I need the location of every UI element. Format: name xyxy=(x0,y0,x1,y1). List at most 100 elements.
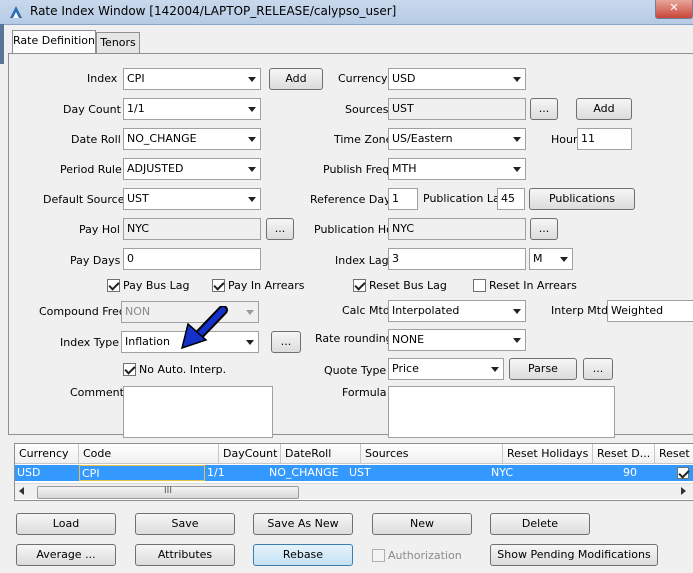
default-source-select[interactable]: UST xyxy=(123,188,261,210)
cell-sources: UST xyxy=(349,466,371,479)
quote-type-select[interactable]: Price xyxy=(388,358,504,380)
scroll-thumb[interactable]: III xyxy=(37,486,299,499)
reference-day-input[interactable]: 1 xyxy=(388,188,418,210)
index-select[interactable]: CPI xyxy=(123,68,261,90)
interp-mtd-select[interactable]: Weighted xyxy=(607,300,693,322)
publish-freq-label: Publish Freq xyxy=(323,163,390,176)
window-titlebar: Rate Index Window [142004/LAPTOP_RELEASE… xyxy=(0,0,693,25)
quote-type-more-button[interactable]: ... xyxy=(583,358,613,380)
chevron-down-icon xyxy=(241,332,258,352)
pay-hol-field[interactable]: NYC xyxy=(123,218,261,240)
index-type-more-button[interactable]: ... xyxy=(271,331,301,353)
sources-add-button[interactable]: Add xyxy=(576,98,632,120)
period-rule-select[interactable]: ADJUSTED xyxy=(123,158,261,180)
table-horizontal-scrollbar[interactable]: III xyxy=(15,483,693,499)
default-source-value: UST xyxy=(127,192,149,205)
rate-rounding-label: Rate rounding xyxy=(315,332,393,345)
show-pending-modifications-button[interactable]: Show Pending Modifications xyxy=(490,544,658,566)
delete-button[interactable]: Delete xyxy=(490,513,590,535)
publication-lag-value: 45 xyxy=(501,192,515,205)
time-zone-select[interactable]: US/Eastern xyxy=(388,128,526,150)
publications-button[interactable]: Publications xyxy=(529,188,635,210)
rate-rounding-select[interactable]: NONE xyxy=(388,329,526,351)
cell-daycount: 1/1 xyxy=(207,466,225,479)
chevron-down-icon xyxy=(243,99,260,119)
reference-day-label: Reference Day xyxy=(310,193,391,206)
hour-value: 11 xyxy=(581,132,595,145)
save-button[interactable]: Save xyxy=(135,513,235,535)
pay-in-arrears-checkbox[interactable] xyxy=(212,279,225,292)
reset-bus-lag-checkbox[interactable] xyxy=(353,279,366,292)
cell-dateroll: NO_CHANGE xyxy=(269,466,339,479)
hour-label: Hour xyxy=(551,133,578,146)
table-row[interactable]: USD CPI 1/1 NO_CHANGE UST NYC 90 xyxy=(15,465,693,481)
index-lag-input[interactable]: 3 xyxy=(388,248,526,270)
pay-days-value: 0 xyxy=(127,252,134,265)
currency-label: Currency xyxy=(338,72,388,85)
cell-reset-bus-checkbox[interactable] xyxy=(677,467,689,479)
chevron-down-icon xyxy=(508,129,525,149)
column-header-reset-days[interactable]: Reset D... xyxy=(593,444,655,464)
rebase-button[interactable]: Rebase xyxy=(253,544,353,566)
scroll-left-icon[interactable] xyxy=(19,487,24,495)
close-icon[interactable]: ✕ xyxy=(655,0,693,19)
sources-more-button[interactable]: ... xyxy=(530,98,558,120)
publication-hol-more-button[interactable]: ... xyxy=(530,218,558,240)
scroll-right-icon[interactable] xyxy=(681,487,686,495)
save-as-new-button[interactable]: Save As New xyxy=(253,513,353,535)
column-header-reset-bus[interactable]: Reset Bus xyxy=(655,444,693,464)
publication-lag-input[interactable]: 45 xyxy=(497,188,525,210)
calc-mtd-select[interactable]: Interpolated xyxy=(388,300,526,322)
average-button[interactable]: Average ... xyxy=(16,544,116,566)
calc-mtd-value: Interpolated xyxy=(392,304,460,317)
index-add-button[interactable]: Add xyxy=(269,68,323,90)
index-lag-unit-select[interactable]: M xyxy=(529,248,573,270)
comment-textarea[interactable] xyxy=(123,386,273,438)
day-count-select[interactable]: 1/1 xyxy=(123,98,261,120)
interp-mtd-label: Interp Mtd xyxy=(551,304,609,317)
parse-button[interactable]: Parse xyxy=(509,358,577,380)
pay-hol-more-button[interactable]: ... xyxy=(266,218,294,240)
cell-code[interactable]: CPI xyxy=(79,465,205,481)
column-header-code[interactable]: Code xyxy=(79,444,219,464)
publication-hol-field[interactable]: NYC xyxy=(388,218,526,240)
tab-tenors[interactable]: Tenors xyxy=(96,32,140,53)
date-roll-select[interactable]: NO_CHANGE xyxy=(123,128,261,150)
sources-label: Sources xyxy=(345,103,389,116)
column-header-sources[interactable]: Sources xyxy=(361,444,503,464)
index-value: CPI xyxy=(127,72,145,85)
currency-select[interactable]: USD xyxy=(388,68,526,90)
pay-days-input[interactable]: 0 xyxy=(123,248,261,270)
formula-textarea[interactable] xyxy=(388,386,615,438)
formula-label: Formula xyxy=(342,386,387,399)
compound-freq-value: NON xyxy=(125,305,151,318)
tab-rate-definition[interactable]: Rate Definition xyxy=(12,30,96,53)
cell-reset-days: 90 xyxy=(623,466,637,479)
cell-currency: USD xyxy=(17,466,41,479)
column-header-currency[interactable]: Currency xyxy=(15,444,79,464)
column-header-reset-holidays[interactable]: Reset Holidays xyxy=(503,444,593,464)
chevron-down-icon xyxy=(508,330,525,350)
no-auto-interp-checkbox[interactable] xyxy=(123,363,136,376)
authorization-checkbox[interactable] xyxy=(372,549,385,562)
chevron-down-icon xyxy=(241,302,258,322)
app-icon xyxy=(10,6,22,18)
hour-input[interactable]: 11 xyxy=(577,128,632,150)
new-button[interactable]: New xyxy=(372,513,472,535)
publish-freq-select[interactable]: MTH xyxy=(388,158,526,180)
chevron-down-icon xyxy=(243,189,260,209)
reset-in-arrears-checkbox[interactable] xyxy=(473,279,486,292)
column-header-daycount[interactable]: DayCount xyxy=(219,444,281,464)
sources-field[interactable]: UST xyxy=(388,98,526,120)
pay-bus-lag-checkbox[interactable] xyxy=(107,279,120,292)
reset-bus-lag-label: Reset Bus Lag xyxy=(369,279,447,292)
attributes-button[interactable]: Attributes xyxy=(135,544,235,566)
column-header-dateroll[interactable]: DateRoll xyxy=(281,444,361,464)
day-count-value: 1/1 xyxy=(127,102,145,115)
pay-bus-lag-label: Pay Bus Lag xyxy=(123,279,190,292)
pay-hol-value: NYC xyxy=(127,222,150,235)
authorization-label: Authorization xyxy=(388,549,462,562)
chevron-down-icon xyxy=(508,301,525,321)
chevron-down-icon xyxy=(243,159,260,179)
load-button[interactable]: Load xyxy=(16,513,116,535)
